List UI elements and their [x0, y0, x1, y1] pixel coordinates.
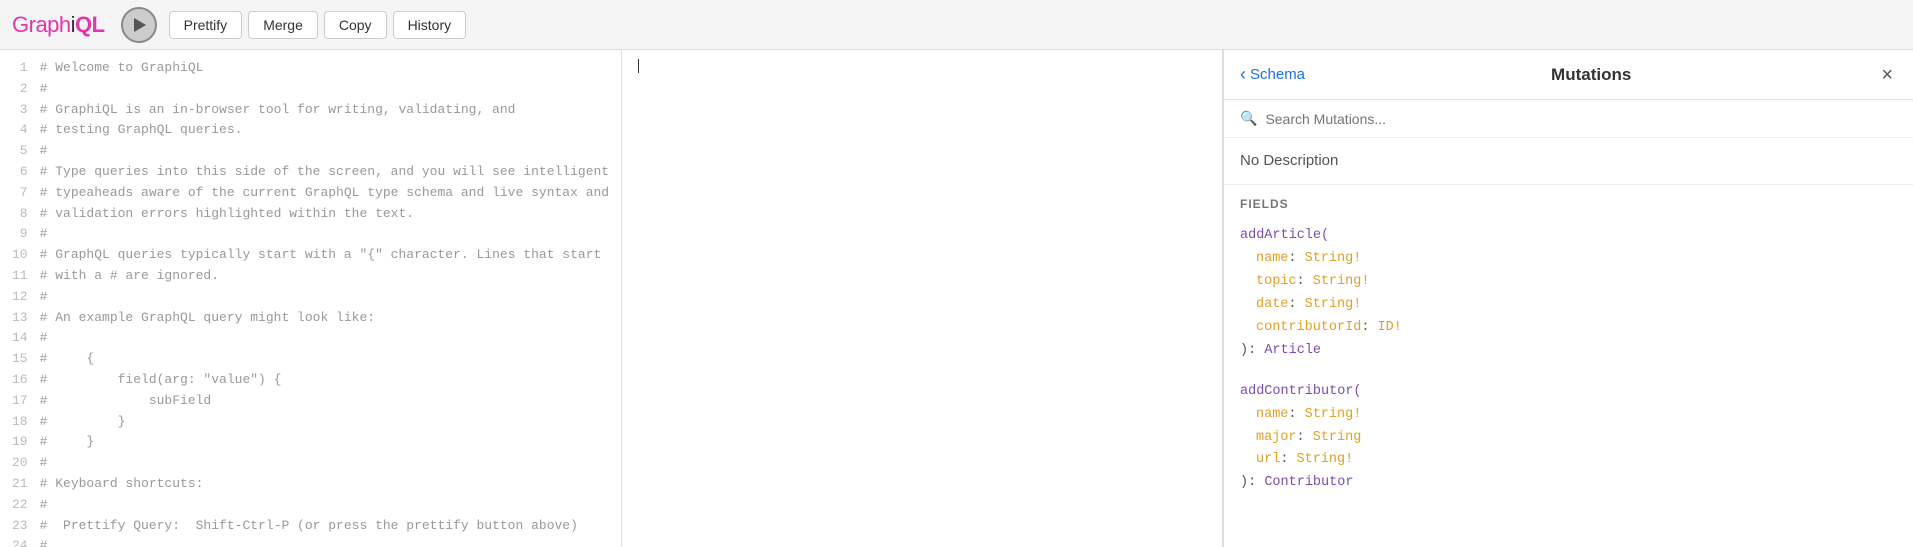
search-input[interactable]	[1265, 111, 1897, 127]
line-num: 3	[12, 100, 28, 121]
code-line: # Type queries into this side of the scr…	[40, 162, 610, 183]
mutation-field: topic: String!	[1240, 271, 1897, 294]
line-numbers: 1 2 3 4 5 6 7 8 9 10 11 12 13 14 15 16 1	[0, 58, 40, 547]
code-line: # Prettify Query: Shift-Ctrl-P (or press…	[40, 516, 610, 537]
code-line: #	[40, 328, 610, 349]
app-header: GraphiQL Prettify Merge Copy History	[0, 0, 1913, 50]
line-num: 17	[12, 391, 28, 412]
mutation-field: major: String	[1240, 427, 1897, 450]
mutation-field: date: String!	[1240, 294, 1897, 317]
prettify-button[interactable]: Prettify	[169, 11, 243, 39]
line-num: 1	[12, 58, 28, 79]
fields-label: FIELDS	[1240, 197, 1897, 211]
mutation-field: contributorId: ID!	[1240, 317, 1897, 340]
code-line: # Welcome to GraphiQL	[40, 58, 610, 79]
code-line: # Keyboard shortcuts:	[40, 474, 610, 495]
line-num: 8	[12, 204, 28, 225]
line-num: 18	[12, 412, 28, 433]
line-num: 12	[12, 287, 28, 308]
variables-pane[interactable]	[622, 50, 1222, 547]
code-line: # }	[40, 412, 610, 433]
back-label: Schema	[1250, 66, 1305, 83]
merge-button[interactable]: Merge	[248, 11, 318, 39]
line-num: 24	[12, 536, 28, 547]
line-num: 15	[12, 349, 28, 370]
no-description-text: No Description	[1240, 152, 1338, 169]
code-lines: # Welcome to GraphiQL # # GraphiQL is an…	[40, 58, 622, 547]
line-num: 19	[12, 432, 28, 453]
code-line: # {	[40, 349, 610, 370]
mutation-add-article[interactable]: addArticle( name: String! topic: String!…	[1240, 225, 1897, 363]
app-logo: GraphiQL	[12, 12, 105, 38]
close-button[interactable]: ×	[1877, 65, 1897, 85]
line-num: 14	[12, 328, 28, 349]
code-line: # typeaheads aware of the current GraphQ…	[40, 183, 610, 204]
mutation-signature: addArticle(	[1240, 225, 1897, 248]
back-to-schema-link[interactable]: ‹ Schema	[1240, 64, 1305, 85]
mutation-signature: addContributor(	[1240, 381, 1897, 404]
code-line: #	[40, 495, 610, 516]
code-line: #	[40, 536, 610, 547]
line-num: 6	[12, 162, 28, 183]
right-panel: ‹ Schema Mutations × 🔍 No Description FI…	[1223, 50, 1913, 547]
editor-pane: 1 2 3 4 5 6 7 8 9 10 11 12 13 14 15 16 1	[0, 50, 1223, 547]
code-line: # validation errors highlighted within t…	[40, 204, 610, 225]
code-line: # with a # are ignored.	[40, 266, 610, 287]
query-editor[interactable]: 1 2 3 4 5 6 7 8 9 10 11 12 13 14 15 16 1	[0, 50, 622, 547]
code-line: # GraphiQL is an in-browser tool for wri…	[40, 100, 610, 121]
line-num: 11	[12, 266, 28, 287]
code-line: # An example GraphQL query might look li…	[40, 308, 610, 329]
code-line: #	[40, 141, 610, 162]
code-line: #	[40, 224, 610, 245]
history-button[interactable]: History	[393, 11, 467, 39]
line-num: 7	[12, 183, 28, 204]
mutation-name: addArticle(	[1240, 228, 1329, 243]
mutation-field: name: String!	[1240, 248, 1897, 271]
mutation-return: ): Article	[1240, 340, 1897, 363]
run-button[interactable]	[121, 7, 157, 43]
line-num: 9	[12, 224, 28, 245]
code-line: # GraphQL queries typically start with a…	[40, 245, 610, 266]
line-num: 16	[12, 370, 28, 391]
search-box: 🔍	[1224, 100, 1913, 138]
code-line: # }	[40, 432, 610, 453]
mutation-return: ): Contributor	[1240, 472, 1897, 495]
code-line: # testing GraphQL queries.	[40, 120, 610, 141]
panel-title: Mutations	[1305, 65, 1877, 85]
mutation-add-contributor[interactable]: addContributor( name: String! major: Str…	[1240, 381, 1897, 496]
chevron-left-icon: ‹	[1240, 64, 1246, 85]
main-layout: 1 2 3 4 5 6 7 8 9 10 11 12 13 14 15 16 1	[0, 50, 1913, 547]
mutation-field: name: String!	[1240, 404, 1897, 427]
code-line: #	[40, 79, 610, 100]
text-cursor	[638, 59, 639, 73]
line-num: 4	[12, 120, 28, 141]
search-icon: 🔍	[1240, 110, 1257, 127]
code-area: 1 2 3 4 5 6 7 8 9 10 11 12 13 14 15 16 1	[0, 50, 621, 547]
line-num: 23	[12, 516, 28, 537]
line-num: 2	[12, 79, 28, 100]
line-num: 13	[12, 308, 28, 329]
panel-header: ‹ Schema Mutations ×	[1224, 50, 1913, 100]
code-line: #	[40, 287, 610, 308]
code-line: # subField	[40, 391, 610, 412]
copy-button[interactable]: Copy	[324, 11, 387, 39]
line-num: 10	[12, 245, 28, 266]
line-num: 5	[12, 141, 28, 162]
fields-section: FIELDS addArticle( name: String! topic: …	[1224, 185, 1913, 547]
line-num: 20	[12, 453, 28, 474]
mutation-field: url: String!	[1240, 449, 1897, 472]
line-num: 22	[12, 495, 28, 516]
description-area: No Description	[1224, 138, 1913, 185]
line-num: 21	[12, 474, 28, 495]
code-line: # field(arg: "value") {	[40, 370, 610, 391]
code-line: #	[40, 453, 610, 474]
mutation-name: addContributor(	[1240, 384, 1362, 399]
